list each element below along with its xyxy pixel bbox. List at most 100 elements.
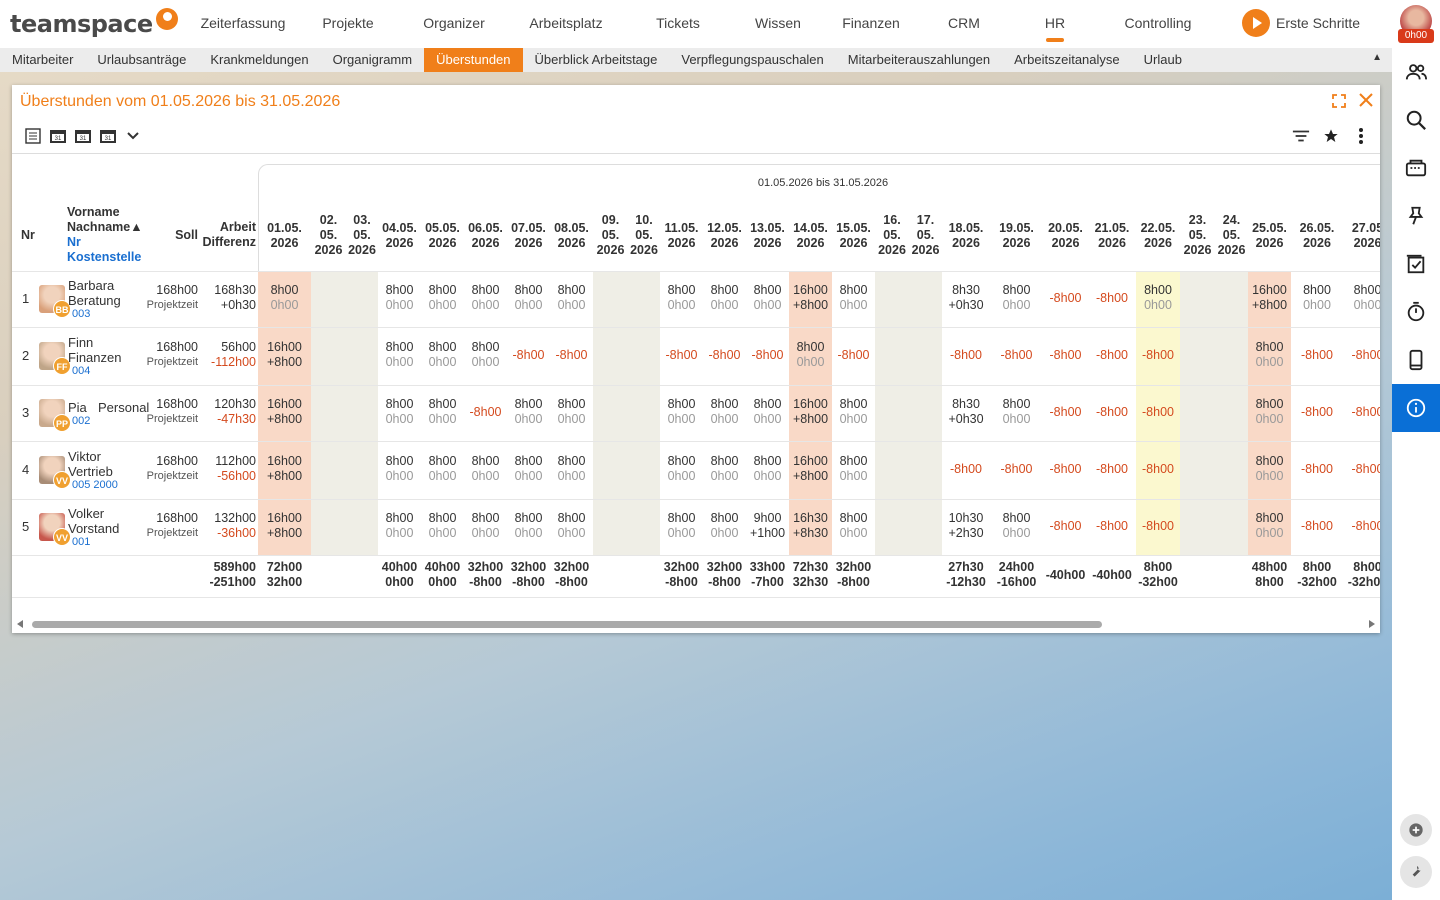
subnav-item[interactable]: Überstunden <box>424 48 523 72</box>
star-icon[interactable] <box>1322 127 1340 145</box>
day-cell[interactable]: 8h00 0h00 <box>660 511 703 541</box>
employee-number-link[interactable]: 002 <box>72 415 90 427</box>
day-cell[interactable]: -8h00 <box>1088 291 1136 306</box>
teamspace-logo[interactable]: teamspace <box>0 0 192 48</box>
nav-organizer[interactable]: Organizer <box>402 0 506 48</box>
day-cell[interactable]: 8h00 0h00 <box>832 397 875 427</box>
list-view-icon[interactable] <box>24 127 42 145</box>
day-cell[interactable]: 16h00 +8h00 <box>258 340 311 370</box>
day-cell[interactable]: 8h00 0h00 <box>832 454 875 484</box>
employee-first-name[interactable]: Barbara <box>68 278 114 293</box>
nav-crm[interactable]: CRM <box>916 0 1012 48</box>
day-cell[interactable]: -8h00 <box>1291 405 1343 420</box>
nav-tickets[interactable]: Tickets <box>626 0 730 48</box>
day-cell[interactable]: 8h00 0h00 <box>464 511 507 541</box>
day-cell[interactable]: 8h00 0h00 <box>703 511 746 541</box>
day-cell[interactable]: 8h00 0h00 <box>378 397 421 427</box>
day-cell[interactable]: 8h00 0h00 <box>703 454 746 484</box>
day-cell[interactable]: 8h00 0h00 <box>990 397 1043 427</box>
pin-icon[interactable] <box>1392 192 1440 240</box>
employee-last-name[interactable]: Vertrieb <box>68 464 113 479</box>
info-icon[interactable] <box>1392 384 1440 432</box>
date-header[interactable]: 18.05. <box>942 221 990 236</box>
date-header[interactable]: 11.05. <box>660 221 703 236</box>
calendar-month-icon[interactable]: 31 <box>99 127 117 145</box>
subnav-item[interactable]: Verpflegungspauschalen <box>669 48 835 72</box>
day-cell[interactable]: -8h00 <box>1291 519 1343 534</box>
employee-first-name[interactable]: Viktor <box>68 449 101 464</box>
day-cell[interactable]: 8h00 0h00 <box>1248 511 1291 541</box>
day-cell[interactable]: -8h00 <box>1088 519 1136 534</box>
date-header[interactable]: 05.05. <box>421 221 464 236</box>
day-cell[interactable]: -8h00 <box>746 348 789 363</box>
scroll-right-icon[interactable] <box>1369 620 1375 628</box>
day-cell[interactable]: 8h00 0h00 <box>464 283 507 313</box>
day-cell[interactable]: 8h00 0h00 <box>1248 397 1291 427</box>
subnav-item[interactable]: Mitarbeiter <box>0 48 85 72</box>
day-cell[interactable]: 8h00 0h00 <box>507 283 550 313</box>
nav-hr[interactable]: HR <box>1012 0 1098 48</box>
employee-first-name[interactable]: Finn <box>68 335 93 350</box>
day-cell[interactable]: 8h00 0h00 <box>1343 283 1380 313</box>
day-cell[interactable]: 8h00 0h00 <box>1291 283 1343 313</box>
subnav-item[interactable]: Überblick Arbeitstage <box>523 48 670 72</box>
mobile-icon[interactable] <box>1392 336 1440 384</box>
collapse-subnav-icon[interactable]: ▲ <box>1372 52 1382 63</box>
inbox-icon[interactable] <box>1392 144 1440 192</box>
employee-first-name[interactable]: Pia <box>68 400 87 415</box>
date-header[interactable]: 06.05. <box>464 221 507 236</box>
day-cell[interactable]: 16h00 +8h00 <box>789 397 832 427</box>
day-cell[interactable]: 16h00 +8h00 <box>1248 283 1291 313</box>
day-cell[interactable]: 8h00 0h00 <box>550 283 593 313</box>
date-header[interactable]: 26.05. <box>1291 221 1343 236</box>
day-cell[interactable]: -8h00 <box>1343 348 1381 363</box>
day-cell[interactable]: 16h00 +8h00 <box>258 454 311 484</box>
day-cell[interactable]: 8h00 0h00 <box>507 511 550 541</box>
employee-last-name[interactable]: Beratung <box>68 293 121 308</box>
day-cell[interactable]: 8h00 0h00 <box>378 511 421 541</box>
nav-zeiterfassung[interactable]: Zeiterfassung <box>192 0 294 48</box>
maximize-icon[interactable] <box>1332 94 1346 111</box>
day-cell[interactable]: -8h00 <box>1043 519 1088 534</box>
day-cell[interactable]: 8h00 0h00 <box>421 397 464 427</box>
date-header[interactable]: 13.05. <box>746 221 789 236</box>
day-cell[interactable]: 8h30 +0h30 <box>942 283 990 313</box>
day-cell[interactable]: 9h00 +1h00 <box>746 511 789 541</box>
scroll-left-icon[interactable] <box>17 620 23 628</box>
chevron-down-icon[interactable] <box>124 127 142 145</box>
header-firstname[interactable]: Vorname <box>67 205 120 220</box>
day-cell[interactable]: 8h00 0h00 <box>421 340 464 370</box>
scrollbar-thumb[interactable] <box>32 621 1102 628</box>
day-cell[interactable]: 8h00 0h00 <box>421 283 464 313</box>
date-header[interactable]: 21.05. <box>1088 221 1136 236</box>
day-cell[interactable]: -8h00 <box>1088 405 1136 420</box>
date-header[interactable]: 07.05. <box>507 221 550 236</box>
nav-wissen[interactable]: Wissen <box>730 0 826 48</box>
day-cell[interactable]: -8h00 <box>990 462 1043 477</box>
day-cell[interactable]: 8h00 0h00 <box>990 283 1043 313</box>
search-icon[interactable] <box>1392 96 1440 144</box>
calendar-day-icon[interactable]: 31 <box>49 127 67 145</box>
day-cell[interactable]: 16h30 +8h30 <box>789 511 832 541</box>
wrench-icon[interactable] <box>1400 856 1432 888</box>
nav-controlling[interactable]: Controlling <box>1098 0 1218 48</box>
employee-last-name[interactable]: Finanzen <box>68 350 121 365</box>
day-cell[interactable]: 8h00 0h00 <box>789 340 832 370</box>
day-cell[interactable]: 8h00 0h00 <box>660 283 703 313</box>
nav-arbeitsplatz[interactable]: Arbeitsplatz <box>506 0 626 48</box>
day-cell[interactable]: -8h00 <box>1043 291 1088 306</box>
date-header[interactable]: 04.05. <box>378 221 421 236</box>
day-cell[interactable]: 8h00 0h00 <box>746 397 789 427</box>
day-cell[interactable]: 8h00 0h00 <box>464 454 507 484</box>
employee-first-name[interactable]: Volker <box>68 506 104 521</box>
subnav-item[interactable]: Arbeitszeitanalyse <box>1002 48 1132 72</box>
day-cell[interactable]: -8h00 <box>942 462 990 477</box>
day-cell[interactable]: -8h00 <box>1291 348 1343 363</box>
day-cell[interactable]: -8h00 <box>464 405 507 420</box>
date-header[interactable]: 02. <box>311 213 346 228</box>
day-cell[interactable]: 16h00 +8h00 <box>789 283 832 313</box>
day-cell[interactable]: -8h00 <box>1088 462 1136 477</box>
day-cell[interactable]: 16h00 +8h00 <box>258 511 311 541</box>
tasks-icon[interactable] <box>1392 240 1440 288</box>
day-cell[interactable]: 8h00 0h00 <box>990 511 1043 541</box>
